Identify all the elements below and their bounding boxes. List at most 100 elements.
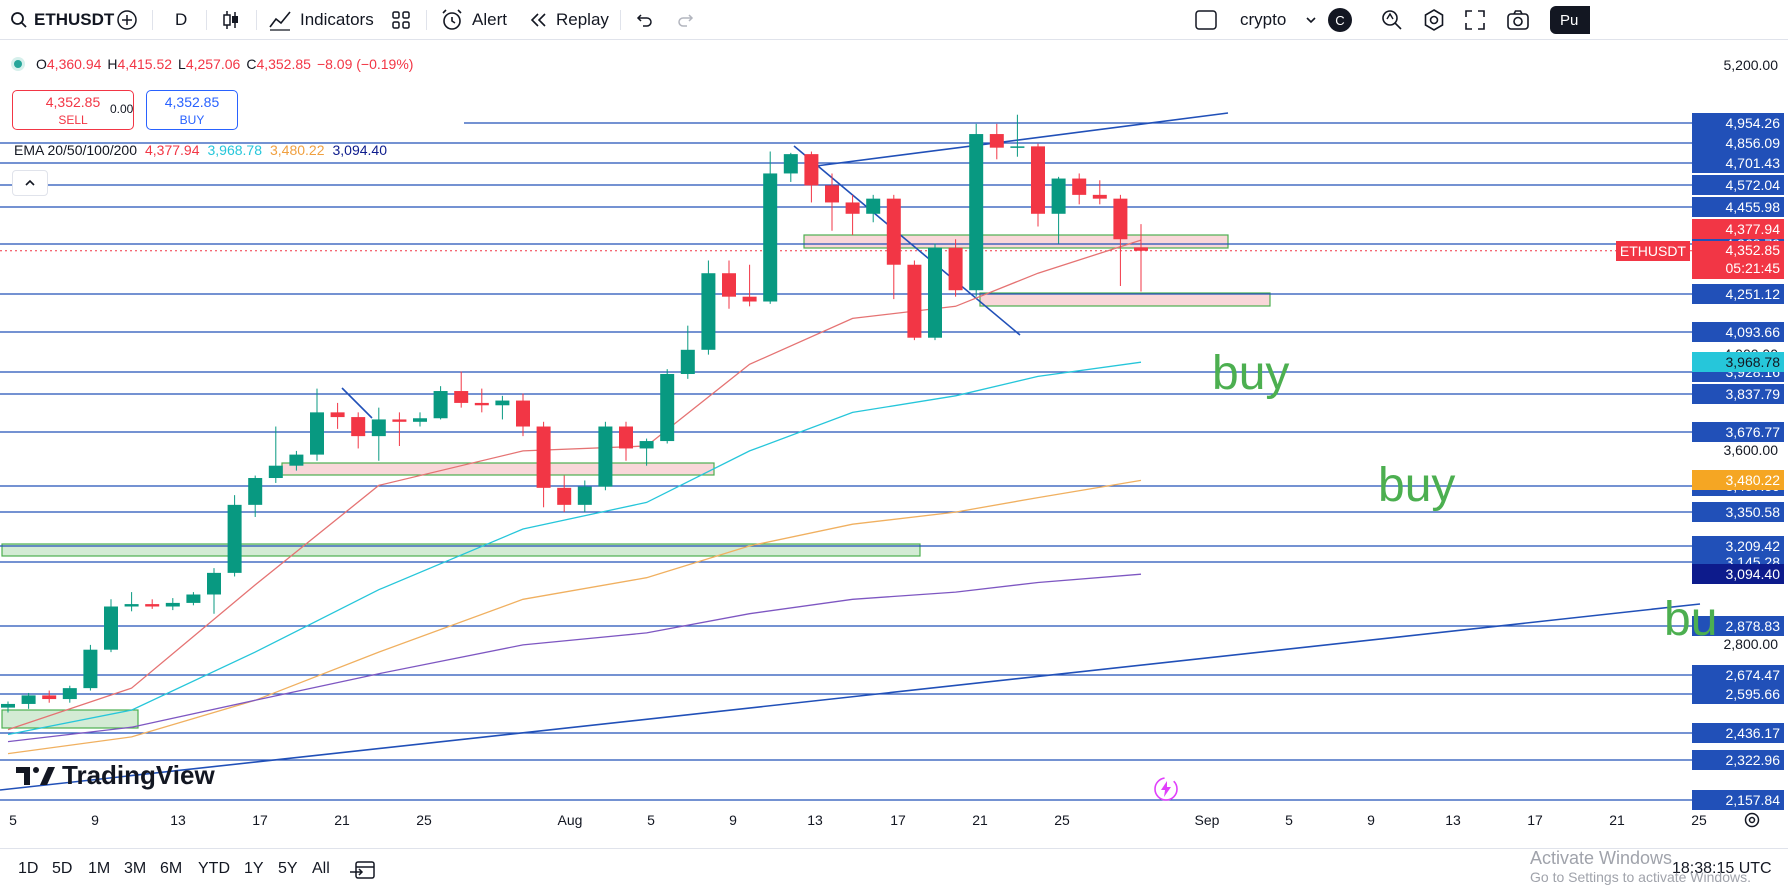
range-button-1y[interactable]: 1Y [244,849,264,889]
alert-button[interactable]: Alert [440,0,507,40]
plus-circle-icon [117,10,137,30]
buy-button[interactable]: 4,352.85 BUY [146,90,238,130]
candle [433,386,448,420]
realtime-icon[interactable] [1153,776,1179,807]
publish-button[interactable]: Pu [1550,0,1590,40]
candle-body [165,602,180,607]
open-value: 4,360.94 [46,56,102,72]
buy-annotation-1[interactable]: buy [1212,346,1289,401]
layout-name[interactable]: crypto [1240,0,1286,40]
ema200-axis-label: 3,094.40 [1692,564,1784,585]
candle [598,421,613,491]
candle-body [1,703,15,708]
tradingview-logo: TradingView [16,760,215,791]
range-button-1d[interactable]: 1D [18,849,38,889]
ema20-axis-label: 4,377.94 [1692,219,1784,239]
range-button-5d[interactable]: 5D [52,849,72,889]
axis-settings-button[interactable] [1742,810,1762,835]
magnify-spark-icon [1382,10,1402,30]
candle-body [804,154,819,186]
undo-button[interactable] [634,0,654,40]
candle-body [598,426,613,487]
candle [680,325,695,379]
time-tick-label: 25 [1691,812,1707,828]
symbol-search[interactable]: ETHUSDT [10,0,114,40]
candle [124,592,139,612]
time-tick-label: 17 [890,812,906,828]
candle [845,194,860,235]
time-tick-label: 9 [1367,812,1375,828]
indicators-button[interactable]: Indicators [268,0,374,40]
layout-toggle[interactable] [1194,0,1218,40]
settings-button[interactable] [1422,0,1446,40]
candle [1072,173,1087,205]
candle [1051,176,1066,244]
ema50-axis-label: 3,968.78 [1692,352,1784,373]
fullscreen-button[interactable] [1464,0,1486,40]
redo-button[interactable] [676,0,696,40]
candle [619,421,633,461]
time-tick-label: 13 [170,812,186,828]
low-value: 4,257.06 [185,56,241,72]
rewind-icon [530,13,546,27]
avatar[interactable]: C [1328,0,1352,40]
time-tick-label: 13 [807,812,823,828]
quick-search-button[interactable] [1380,0,1404,40]
grid-icon [392,11,410,29]
snapshot-button[interactable] [1506,0,1530,40]
candle-body [289,454,304,466]
range-button-3m[interactable]: 3M [124,849,146,889]
buy-price: 4,352.85 [164,94,220,110]
level-price-label: 2,157.84 [1692,790,1784,810]
collapse-legend-button[interactable] [12,170,48,196]
time-tick-label: 21 [1609,812,1625,828]
candle-body [989,134,1004,148]
range-button-6m[interactable]: 6M [160,849,182,889]
zone-box-red-2 [803,234,1229,249]
time-tick-label: 9 [729,812,737,828]
candle [804,151,819,203]
candle [145,599,160,609]
change-value: −8.09 (−0.19%) [316,56,414,72]
level-price-label: 2,595.66 [1692,684,1784,704]
candle [413,412,427,427]
candle-body [371,419,386,437]
price-tick-label: 2,800.00 [1723,635,1779,652]
level-price-label: 3,837.79 [1692,384,1784,404]
candle [886,194,901,300]
range-button-1m[interactable]: 1M [88,849,110,889]
interval-button[interactable]: D [175,0,187,40]
buy-annotation-2[interactable]: buy [1378,458,1455,513]
candle [104,599,118,653]
price-chart[interactable] [0,40,1788,888]
compare-button[interactable] [116,0,138,40]
candle-body [392,419,407,422]
ema20-value: 4,377.94 [145,142,200,158]
date-range-button[interactable] [350,849,376,889]
candle [248,475,263,517]
candle [928,243,942,341]
layout-dropdown[interactable] [1304,0,1318,40]
candle [495,395,510,420]
range-button-ytd[interactable]: YTD [198,849,230,889]
candle-body [42,695,57,700]
ema-legend[interactable]: EMA 20/50/100/200 4,377.94 3,968.78 3,48… [14,142,387,158]
buy-annotation-3[interactable]: bu [1664,592,1717,647]
range-button-5y[interactable]: 5Y [278,849,298,889]
level-price-label: 2,674.47 [1692,665,1784,685]
candle-body [639,441,654,449]
candle-body [866,198,881,214]
level-price-label: 4,701.43 [1692,153,1784,173]
chart-type-button[interactable] [220,0,242,40]
range-button-all[interactable]: All [312,849,330,889]
replay-button[interactable]: Replay [528,0,609,40]
level-price-label: 3,676.77 [1692,422,1784,442]
open-label: O [36,56,47,72]
gear-icon [1424,9,1444,31]
watermark-subtitle: Go to Settings to activate Windows. [1530,869,1751,885]
candle-body [83,649,98,689]
watermark-title: Activate Windows [1530,848,1673,868]
candle [21,692,36,709]
candle-body [413,418,427,422]
templates-button[interactable] [390,0,412,40]
